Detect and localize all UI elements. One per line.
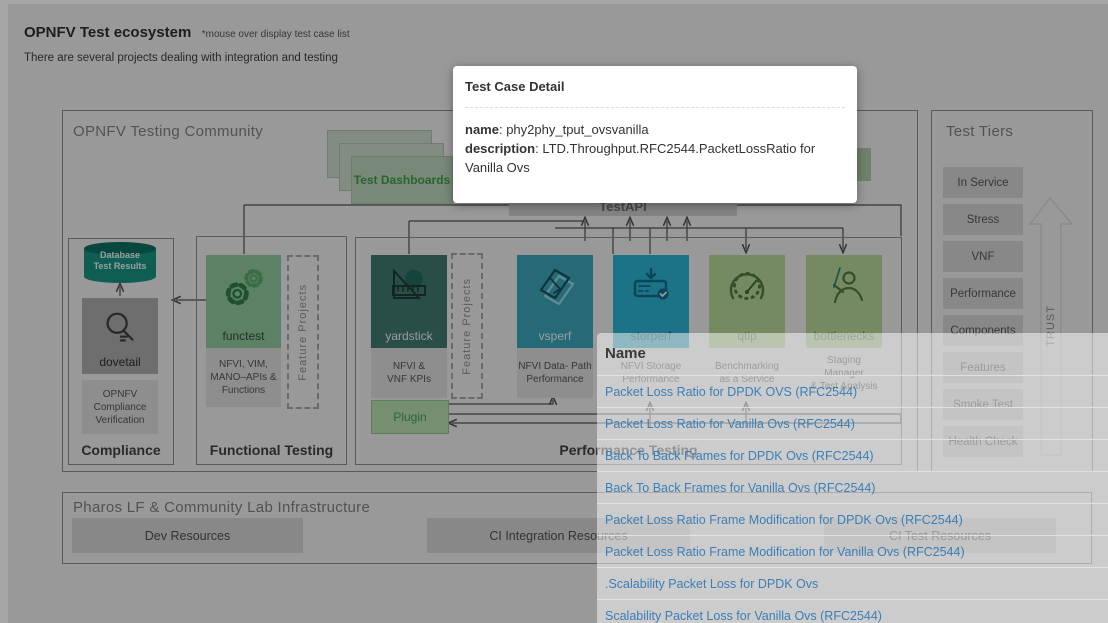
testcase-row[interactable]: Back To Back Frames for DPDK Ovs (RFC254…	[597, 439, 1108, 471]
testcase-link[interactable]: Back To Back Frames for Vanilla Ovs (RFC…	[605, 481, 875, 495]
testcase-row[interactable]: .Scalability Packet Loss for DPDK Ovs	[597, 567, 1108, 599]
popup-name-line: name: phy2phy_tput_ovsvanilla	[465, 120, 845, 139]
name-value: phy2phy_tput_ovsvanilla	[506, 122, 648, 137]
popup-description-line: description: LTD.Throughput.RFC2544.Pack…	[465, 139, 845, 177]
testcase-row[interactable]: Packet Loss Ratio for DPDK OVS (RFC2544)	[597, 375, 1108, 407]
testcase-row[interactable]: Packet Loss Ratio Frame Modification for…	[597, 503, 1108, 535]
testcase-link[interactable]: Packet Loss Ratio for Vanilla Ovs (RFC25…	[605, 417, 855, 431]
testcase-link[interactable]: Back To Back Frames for DPDK Ovs (RFC254…	[605, 449, 874, 463]
testcase-link[interactable]: .Scalability Packet Loss for DPDK Ovs	[605, 577, 818, 591]
testcase-link[interactable]: Scalability Packet Loss for Vanilla Ovs …	[605, 609, 882, 623]
testcase-list-header: Name	[597, 333, 1108, 362]
testcase-link[interactable]: Packet Loss Ratio Frame Modification for…	[605, 545, 965, 559]
test-case-detail-popup: Test Case Detail name: phy2phy_tput_ovsv…	[453, 66, 857, 203]
description-label: description	[465, 141, 535, 156]
opnfv-test-ecosystem-page: OPNFV Test ecosystem *mouse over display…	[0, 0, 1108, 623]
name-label: name	[465, 122, 499, 137]
testcase-row[interactable]: Packet Loss Ratio Frame Modification for…	[597, 535, 1108, 567]
testcase-link[interactable]: Packet Loss Ratio for DPDK OVS (RFC2544)	[605, 385, 857, 399]
testcase-list-panel: Name Packet Loss Ratio for DPDK OVS (RFC…	[597, 333, 1108, 623]
popup-title: Test Case Detail	[465, 79, 845, 94]
testcase-row[interactable]: Packet Loss Ratio for Vanilla Ovs (RFC25…	[597, 407, 1108, 439]
testcase-row[interactable]: Scalability Packet Loss for Vanilla Ovs …	[597, 599, 1108, 623]
popup-divider	[465, 107, 845, 108]
testcase-link[interactable]: Packet Loss Ratio Frame Modification for…	[605, 513, 963, 527]
testcase-row[interactable]: Back To Back Frames for Vanilla Ovs (RFC…	[597, 471, 1108, 503]
